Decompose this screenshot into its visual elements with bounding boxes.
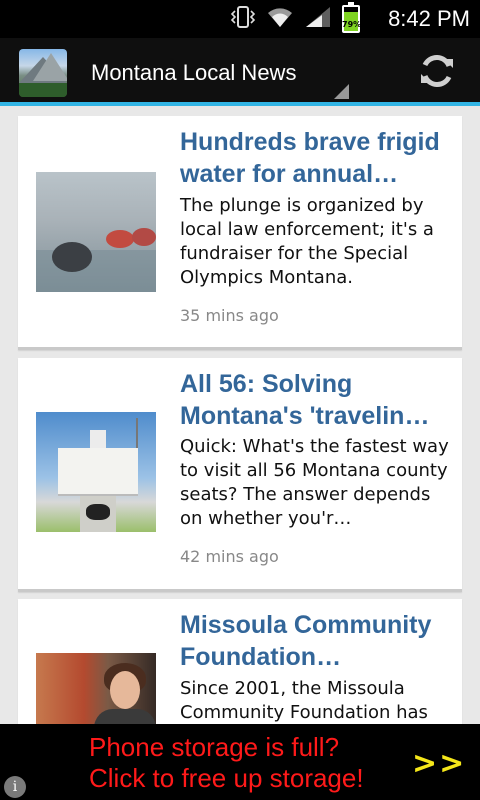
tower-shape [90, 430, 106, 450]
app-title[interactable]: Montana Local News [91, 60, 296, 86]
ad-text[interactable]: Phone storage is full? Click to free up … [89, 732, 364, 794]
info-icon[interactable]: i [4, 776, 26, 798]
wifi-icon [266, 5, 294, 33]
ad-banner[interactable]: Phone storage is full? Click to free up … [0, 724, 480, 800]
article-thumbnail [36, 653, 156, 724]
article-time: 42 mins ago [180, 547, 279, 566]
body-shape [94, 709, 156, 724]
ground-shape [19, 83, 67, 97]
news-list[interactable]: Hundreds brave frigid water for annual… … [0, 110, 480, 724]
news-card[interactable]: Missoula Community Foundation… Since 200… [18, 599, 462, 724]
status-icons: 79% [230, 2, 362, 33]
article-title[interactable]: All 56: Solving Montana's 'travelin… [180, 368, 452, 432]
building-shape [58, 448, 138, 496]
article-title[interactable]: Missoula Community Foundation… [180, 609, 452, 673]
ad-arrows[interactable]: >> [412, 746, 466, 781]
news-card[interactable]: All 56: Solving Montana's 'travelin… Qui… [18, 358, 462, 592]
dog-shape [86, 504, 110, 520]
app-icon[interactable] [19, 49, 67, 97]
status-bar: 79% 8:42 PM [0, 0, 480, 38]
clock: 8:42 PM [388, 6, 470, 31]
article-title[interactable]: Hundreds brave frigid water for annual… [180, 126, 452, 190]
mountain-shape [33, 53, 67, 81]
vibrate-icon [230, 5, 256, 33]
article-summary: Since 2001, the Missoula Community Found… [180, 678, 428, 723]
signal-icon [304, 5, 332, 33]
person-shape [132, 228, 156, 246]
article-thumbnail [36, 172, 156, 292]
dropdown-indicator-icon[interactable] [334, 84, 349, 99]
refresh-icon [417, 51, 457, 95]
refresh-button[interactable] [414, 50, 460, 96]
article-summary: The plunge is organized by local law enf… [180, 195, 434, 288]
battery-percent: 79% [342, 20, 362, 29]
ad-line-2: Click to free up storage! [89, 763, 364, 793]
battery-icon: 79% [342, 2, 362, 33]
ad-line-1: Phone storage is full? [89, 732, 340, 762]
action-bar: Montana Local News [0, 38, 480, 106]
face-shape [110, 671, 140, 709]
article-summary: Quick: What's the fastest way to visit a… [180, 436, 449, 529]
person-shape [52, 242, 92, 272]
person-shape [106, 230, 134, 248]
article-time: 35 mins ago [180, 306, 279, 325]
article-thumbnail [36, 412, 156, 532]
news-card[interactable]: Hundreds brave frigid water for annual… … [18, 116, 462, 350]
